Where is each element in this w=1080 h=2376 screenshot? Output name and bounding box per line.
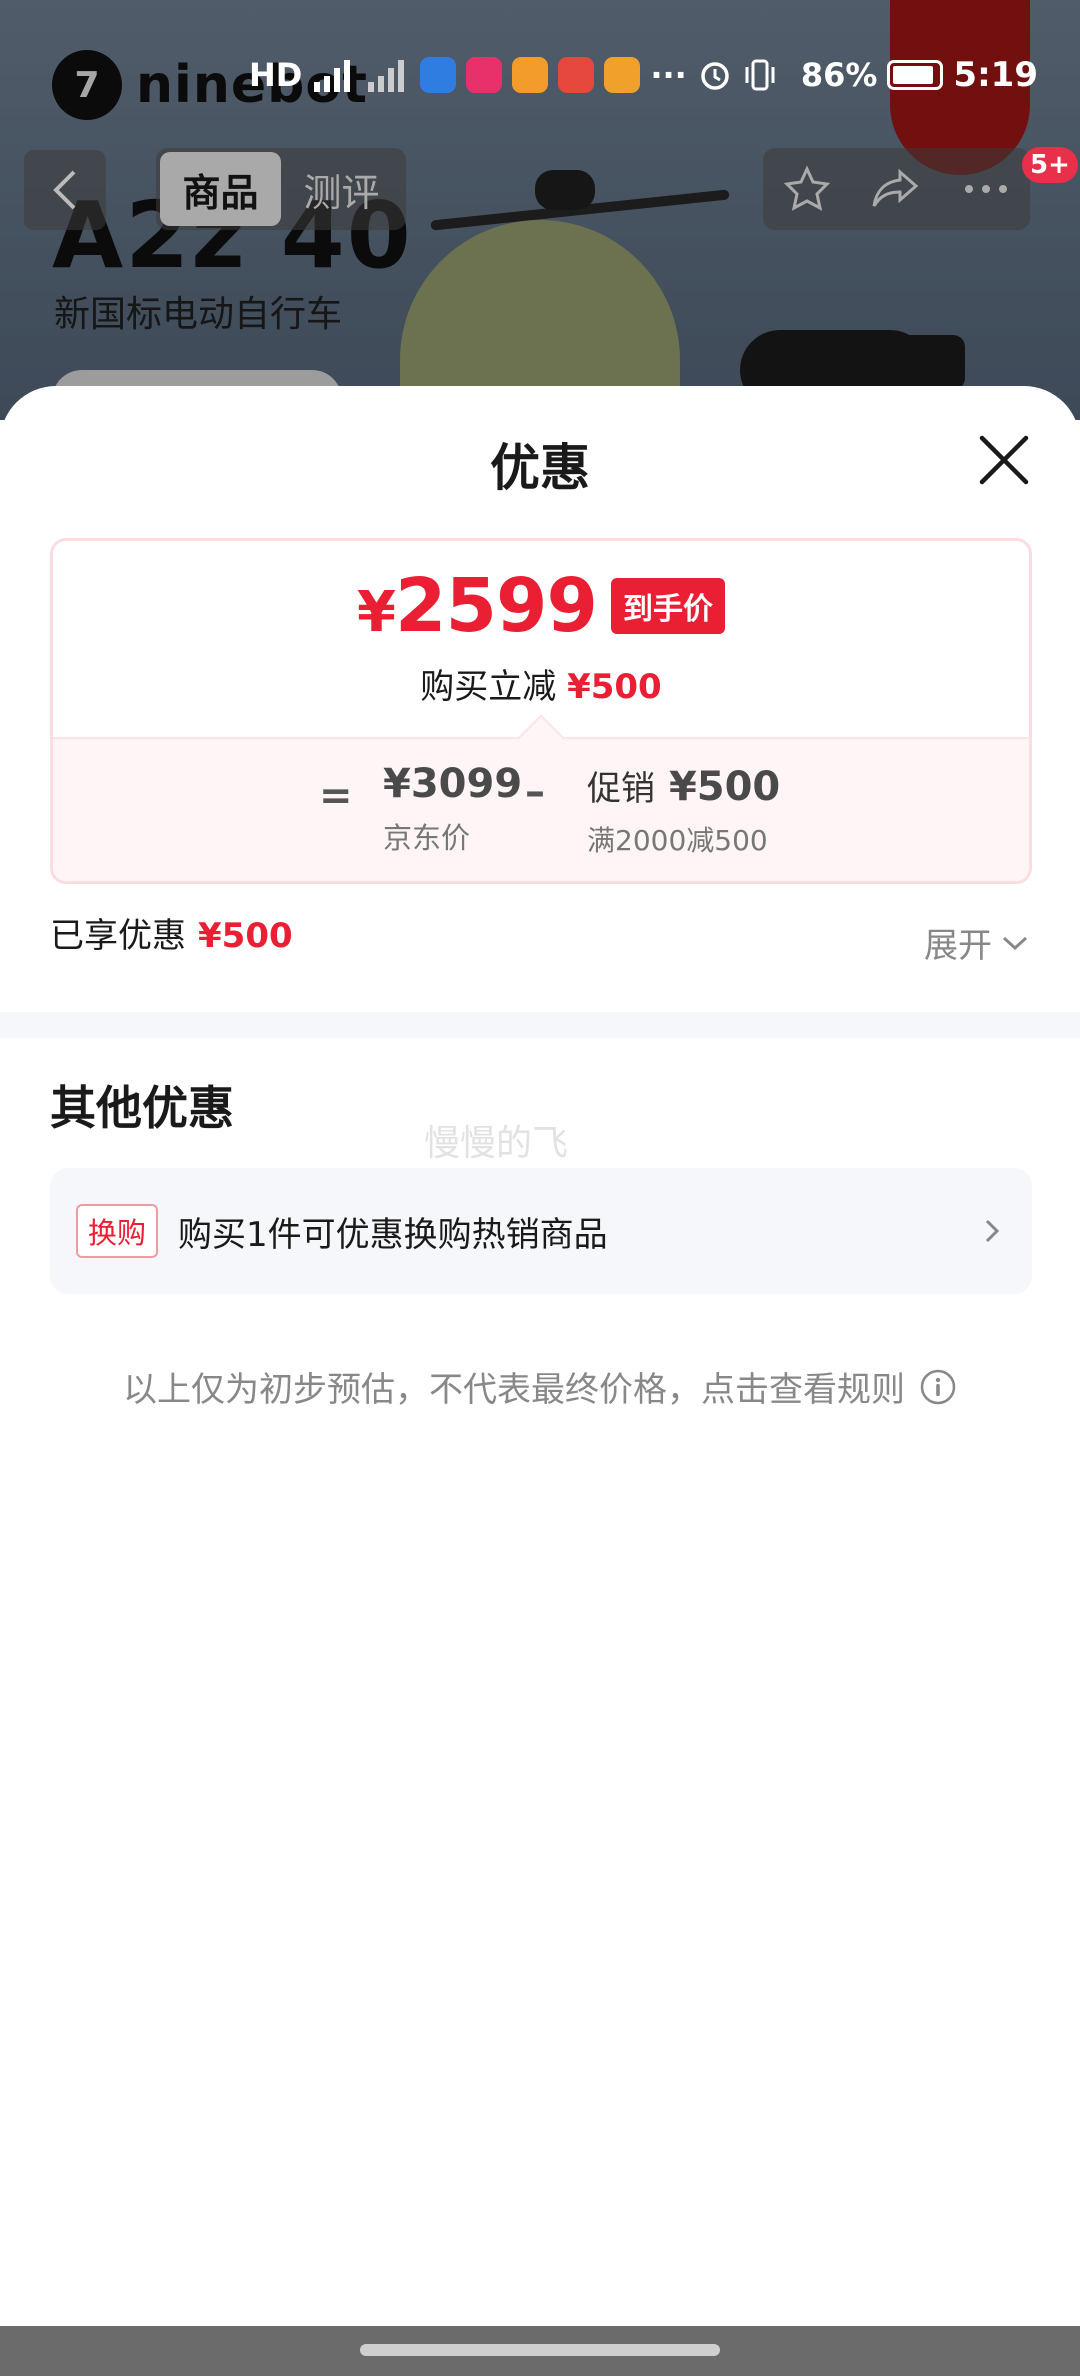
app-icon (512, 57, 549, 93)
final-price: ¥2599 (357, 563, 598, 649)
expand-button[interactable]: 展开 (924, 918, 1028, 967)
instant-discount: 购买立减 ¥500 (53, 659, 1029, 708)
alarm-icon (701, 62, 729, 90)
hd-icon: HD (249, 56, 303, 94)
cart-badge: 5+ (1022, 147, 1078, 183)
tab-review[interactable]: 测评 (281, 152, 402, 226)
close-icon[interactable] (976, 432, 1032, 488)
status-bar: HD ··· 86% 5:19 (0, 40, 1080, 110)
instant-discount-value: ¥500 (567, 667, 662, 707)
app-icon (420, 57, 457, 93)
back-button[interactable] (24, 150, 106, 230)
signal-icon (368, 60, 405, 92)
final-price-row: ¥2599 到手价 (53, 569, 1029, 643)
nav-actions (763, 148, 1030, 230)
offer-item-exchange[interactable]: 换购 购买1件可优惠换购热销商品 (50, 1168, 1032, 1294)
price-disclaimer[interactable]: 以上仅为初步预估，不代表最终价格，点击查看规则 (0, 1362, 1080, 1411)
offer-tag: 换购 (76, 1204, 159, 1258)
minus-sign: – (525, 769, 545, 815)
battery-percent: 86% (800, 56, 878, 94)
instant-discount-label: 购买立减 (420, 667, 557, 707)
home-indicator[interactable] (360, 2344, 720, 2356)
chevron-down-icon (1002, 936, 1028, 950)
app-icon (558, 57, 595, 93)
app-icon (604, 57, 641, 93)
other-offers-title: 其他优惠 (50, 1081, 234, 1135)
price-breakdown-card: ¥2599 到手价 购买立减 ¥500 = ¥3099 京东价 – 促销 ¥50… (50, 538, 1032, 884)
watermark: 慢慢的飞 (424, 1123, 569, 1164)
more-icon[interactable] (961, 179, 1011, 199)
jd-price-label: 京东价 (383, 821, 471, 855)
chevron-right-icon (985, 1219, 1000, 1243)
promo-discount: 促销 ¥500 (587, 761, 780, 810)
sheet-title: 优惠 (490, 439, 590, 497)
expand-label: 展开 (924, 926, 992, 966)
promo-label: 促销 (587, 769, 655, 809)
status-icons: HD ··· (249, 56, 777, 94)
star-icon[interactable] (782, 164, 832, 214)
enjoyed-discount-label: 已享优惠 (50, 916, 186, 956)
offer-text: 购买1件可优惠换购热销商品 (178, 1214, 608, 1255)
app-icon (466, 57, 503, 93)
final-price-badge: 到手价 (610, 578, 725, 634)
product-tabs: 商品 测评 (156, 148, 406, 230)
battery-icon (887, 60, 944, 90)
section-divider (0, 1012, 1080, 1038)
more-icon: ··· (650, 56, 687, 94)
jd-price: ¥3099 (383, 761, 523, 807)
vibrate-icon (745, 59, 775, 91)
info-icon[interactable] (919, 1368, 957, 1406)
enjoyed-discount-value: ¥500 (198, 916, 293, 956)
signal-icon (314, 60, 351, 92)
equals-sign: = (319, 773, 353, 819)
status-time: 5:19 (953, 55, 1038, 95)
promo-value: ¥500 (668, 764, 781, 810)
enjoyed-discount: 已享优惠 ¥500 (50, 908, 293, 957)
promo-condition: 满2000减500 (587, 824, 768, 857)
chevron-left-icon (53, 170, 76, 210)
disclaimer-text: 以上仅为初步预估，不代表最终价格，点击查看规则 (123, 1370, 905, 1410)
tab-product[interactable]: 商品 (160, 152, 281, 226)
discount-sheet: 优惠 ¥2599 到手价 购买立减 ¥500 = ¥3099 京东价 – 促销 … (0, 386, 1080, 2330)
share-icon[interactable] (870, 164, 922, 214)
